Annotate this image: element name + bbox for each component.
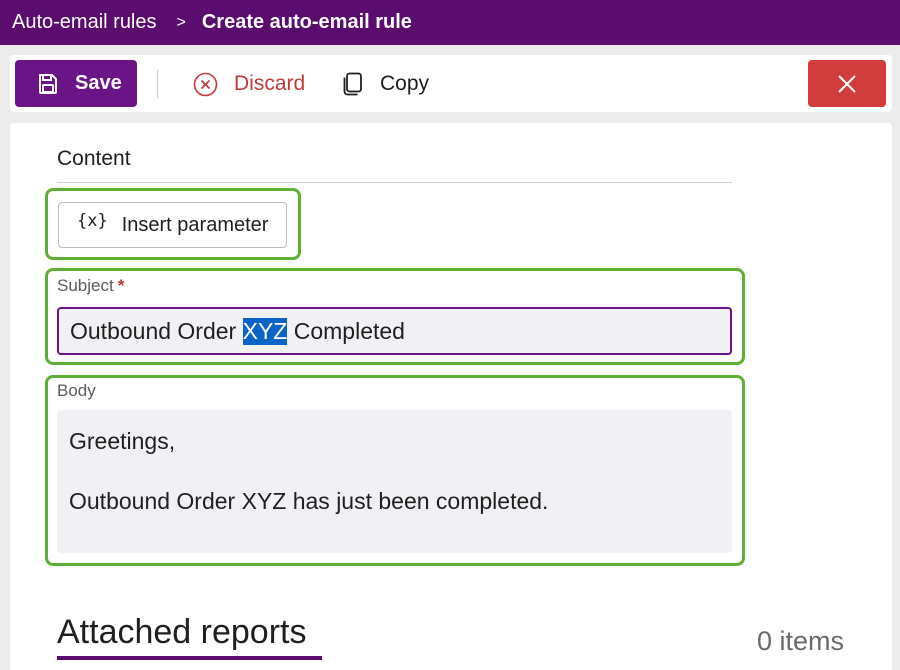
body-textarea[interactable]: Greetings, Outbound Order XYZ has just b…	[57, 410, 732, 553]
attached-reports-tab[interactable]: Attached reports	[57, 613, 306, 654]
toolbar-divider	[157, 70, 158, 98]
save-button-label: Save	[75, 72, 122, 94]
subject-label-text: Subject	[57, 276, 114, 295]
form-panel: Content {x} Insert parameter Subject * Ou…	[10, 123, 892, 670]
insert-parameter-button[interactable]: {x} Insert parameter	[58, 202, 287, 248]
close-button[interactable]	[808, 60, 886, 107]
body-line: Outbound Order XYZ has just been complet…	[69, 488, 549, 514]
save-button[interactable]: Save	[15, 60, 137, 107]
subject-text-after: Completed	[287, 317, 405, 344]
attached-reports-tab-underline	[57, 656, 322, 660]
parameter-variable-icon: {x}	[77, 211, 108, 231]
copy-button-label: Copy	[380, 72, 430, 95]
body-line	[69, 458, 720, 488]
body-field-label: Body	[57, 381, 96, 400]
discard-button-label: Discard	[234, 72, 306, 95]
section-divider	[57, 182, 732, 183]
close-icon	[837, 74, 857, 94]
insert-parameter-label: Insert parameter	[121, 213, 269, 236]
subject-input[interactable]: Outbound Order XYZ Completed	[57, 307, 732, 355]
subject-text-before: Outbound Order	[70, 317, 243, 344]
subject-field-label: Subject *	[57, 276, 124, 296]
copy-icon	[342, 72, 364, 97]
breadcrumb-current-page: Create auto-email rule	[201, 11, 412, 33]
discard-button[interactable]: Discard	[193, 67, 305, 101]
breadcrumb: Auto-email rules > Create auto-email rul…	[0, 0, 900, 45]
content-section-title: Content	[57, 147, 131, 170]
command-toolbar: Save Discard Copy	[10, 55, 892, 112]
save-icon	[37, 73, 59, 95]
breadcrumb-parent-link[interactable]: Auto-email rules	[12, 11, 157, 34]
copy-button[interactable]: Copy	[342, 67, 429, 101]
body-line: Greetings,	[69, 428, 176, 454]
attached-reports-count: 0 items	[756, 626, 844, 656]
required-indicator: *	[117, 276, 125, 295]
discard-icon	[193, 72, 218, 97]
subject-selected-text: XYZ	[242, 317, 288, 345]
breadcrumb-separator: >	[176, 13, 186, 31]
